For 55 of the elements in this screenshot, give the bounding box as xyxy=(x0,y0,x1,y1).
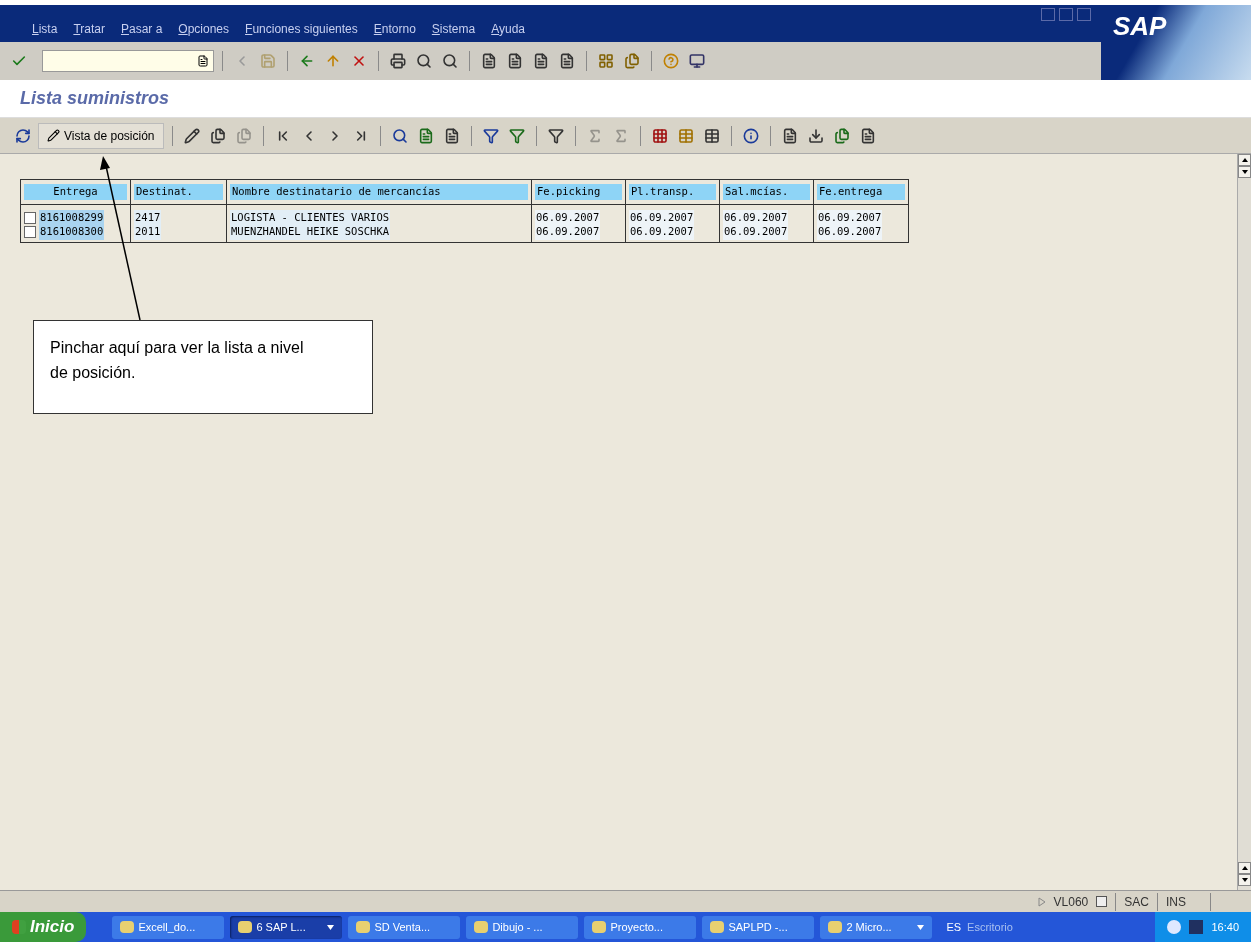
table-cell: 2417 xyxy=(134,209,162,226)
menu-item[interactable]: Sistema xyxy=(431,20,476,38)
scroll-up-icon[interactable] xyxy=(1238,862,1251,874)
tray-icon[interactable] xyxy=(1167,920,1182,934)
window-control-icon[interactable] xyxy=(1059,8,1073,21)
taskbar-button[interactable]: Proyecto... xyxy=(584,915,697,939)
scroll-down-icon[interactable] xyxy=(1238,874,1251,886)
system-name: SAC xyxy=(1115,892,1149,911)
menu-item[interactable]: Tratar xyxy=(73,20,105,38)
clock: 16:40 xyxy=(1211,919,1239,935)
caret-icon[interactable] xyxy=(327,924,335,930)
taskbar-button[interactable]: 6 SAP L... xyxy=(230,915,343,939)
language-indicator[interactable]: ES xyxy=(946,918,962,936)
taskbar-button[interactable]: SD Venta... xyxy=(348,915,461,939)
table-cell: 8161008299 xyxy=(39,209,105,226)
tray-icon[interactable] xyxy=(1189,920,1204,934)
taskbar-button[interactable]: 2 Micro... xyxy=(820,915,933,939)
callout-box: Pinchar aquí para ver la lista a nivel de posición. xyxy=(33,320,373,414)
column-header[interactable]: Fe.entrega xyxy=(817,184,905,200)
scroll-up-icon[interactable] xyxy=(1238,154,1251,166)
column-header[interactable]: Sal.mcías. xyxy=(723,184,810,200)
start-button[interactable]: Inicio xyxy=(0,912,87,942)
column-header[interactable]: Entrega xyxy=(24,184,127,200)
command-field[interactable] xyxy=(42,50,214,72)
row-checkbox[interactable] xyxy=(24,225,36,238)
column-header[interactable]: Pl.transp. xyxy=(629,184,716,200)
taskbar-button[interactable]: SAPLPD -... xyxy=(702,915,815,939)
menu-item[interactable]: Entorno xyxy=(373,20,416,38)
menu-item[interactable]: Opciones xyxy=(178,20,230,38)
scroll-down-icon[interactable] xyxy=(1238,166,1251,178)
brand-logo: SAP xyxy=(1101,5,1251,80)
taskbar-button[interactable]: Excell_do... xyxy=(112,915,225,939)
column-header[interactable]: Fe.picking xyxy=(535,184,622,200)
page-title: Lista suministros xyxy=(20,87,170,110)
caret-icon[interactable] xyxy=(917,924,925,930)
taskbar-button[interactable]: Dibujo - ... xyxy=(466,915,579,939)
input-mode: INS xyxy=(1157,892,1211,911)
row-checkbox[interactable] xyxy=(24,211,36,224)
window-control-icon[interactable] xyxy=(1041,8,1055,21)
table-cell: 06.09.2007 xyxy=(817,209,883,226)
table-cell: 06.09.2007 xyxy=(629,209,695,226)
table-cell: 06.09.2007 xyxy=(535,209,601,226)
window-control-icon[interactable] xyxy=(1077,8,1091,21)
menu-item[interactable]: Ayuda xyxy=(491,20,526,38)
column-header[interactable]: Nombre destinatario de mercancías xyxy=(230,184,528,200)
table-cell: LOGISTA - CLIENTES VARIOS xyxy=(230,209,391,226)
table-cell: 06.09.2007 xyxy=(723,209,789,226)
column-header[interactable]: Destinat. xyxy=(134,184,223,200)
menu-item[interactable]: Lista xyxy=(32,20,58,38)
transaction-code: VL060 xyxy=(1053,893,1089,911)
item-view-button[interactable]: Vista de posición xyxy=(38,122,164,149)
pencil-icon xyxy=(47,129,60,142)
menu-item[interactable]: Funciones siguientes xyxy=(245,20,358,38)
document-icon[interactable] xyxy=(197,55,209,67)
menu-item[interactable]: Pasar a xyxy=(120,20,163,38)
